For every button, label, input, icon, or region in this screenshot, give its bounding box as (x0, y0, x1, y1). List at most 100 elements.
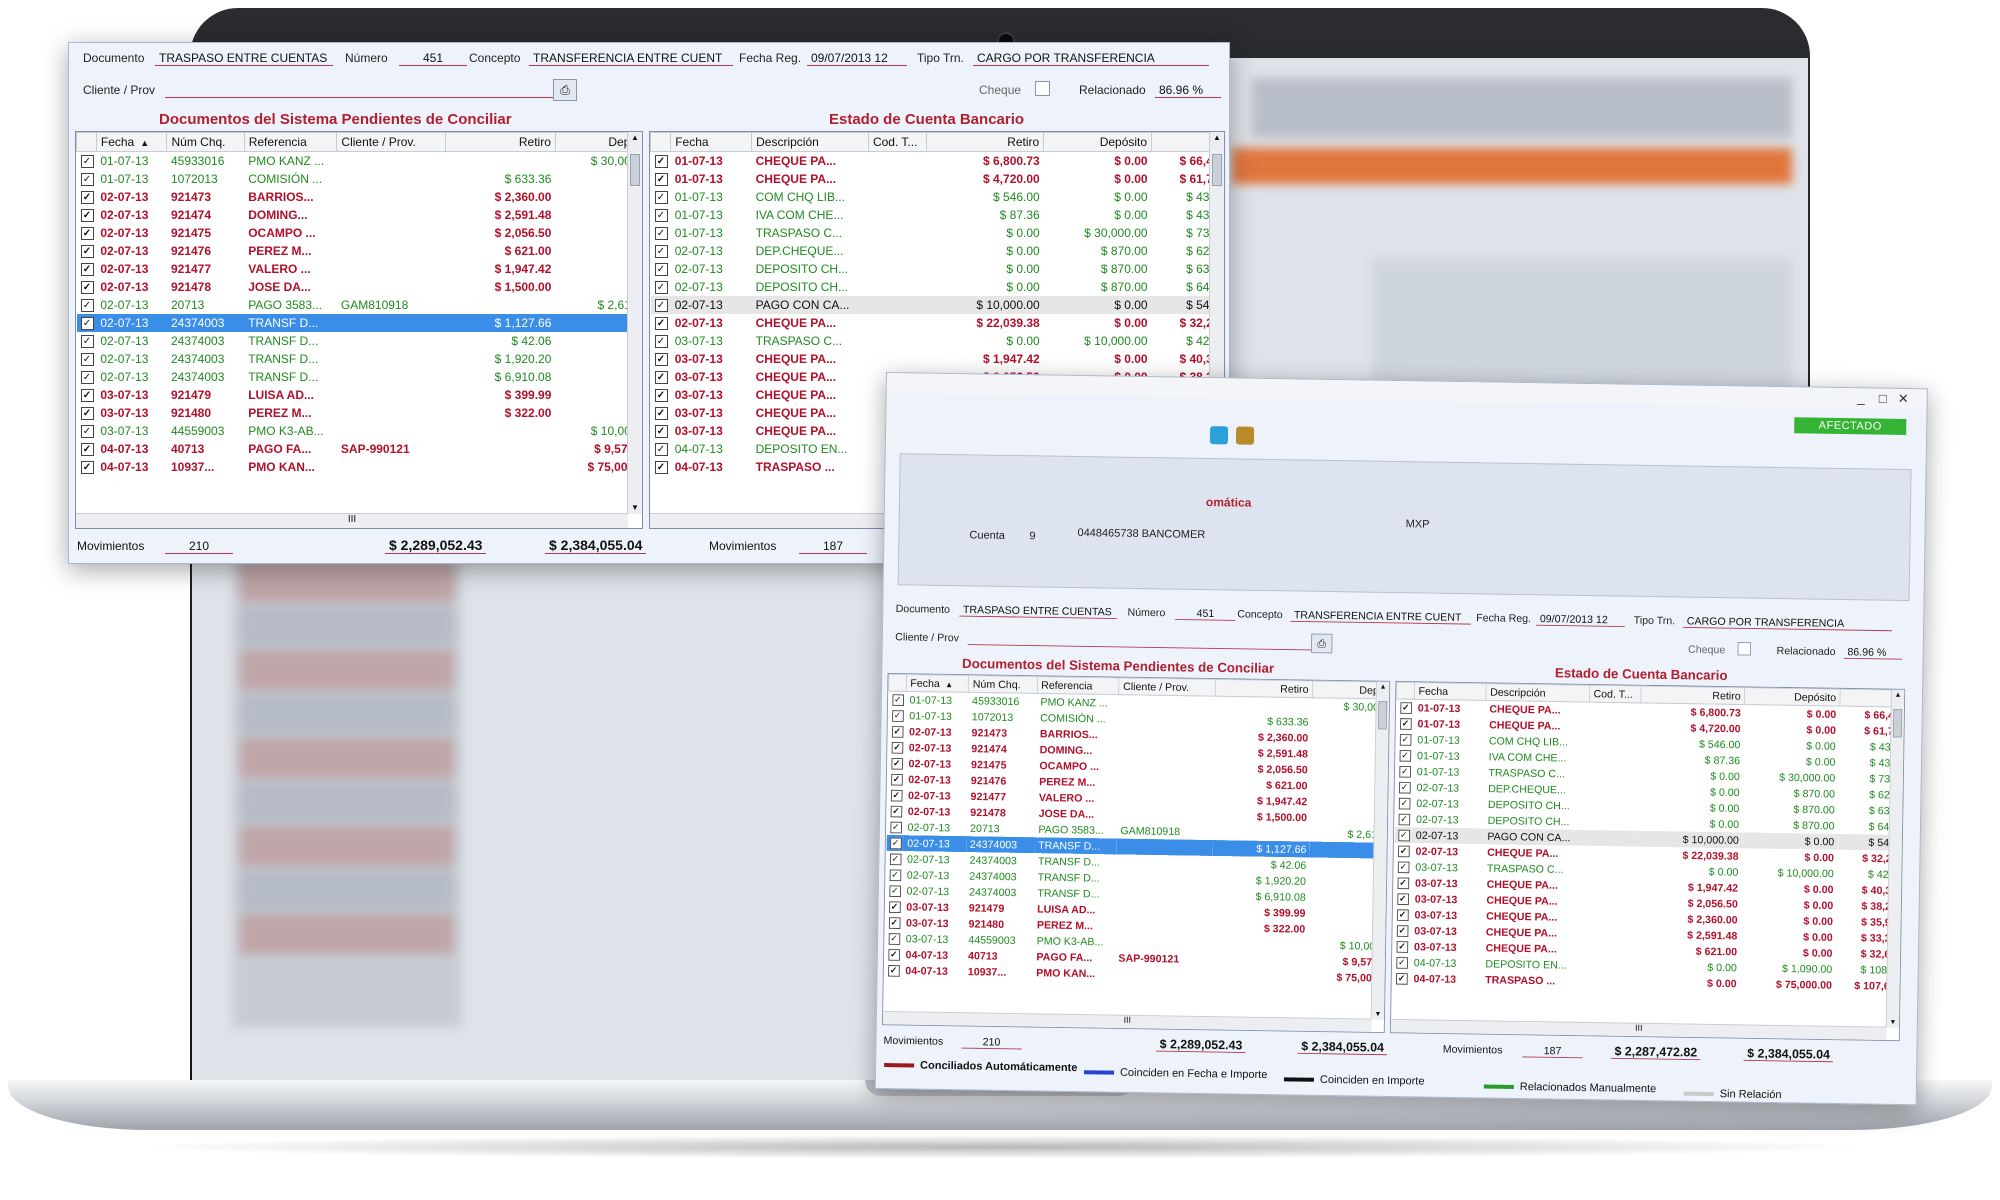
row-checkbox-cell[interactable]: ✓ (885, 915, 903, 931)
check-icon[interactable]: ✓ (80, 299, 94, 313)
scroll-down-icon[interactable]: ▼ (628, 502, 642, 514)
table-row[interactable]: ✓ 02-07-13 PAGO CON CA... $ 10,000.00 $ 0.00… (650, 296, 1224, 314)
check-icon[interactable]: ✓ (1399, 702, 1412, 715)
table-row[interactable]: ✓ 02-07-13 921475 OCAMPO ... $ 2,056.50 (77, 224, 642, 242)
row-checkbox-cell[interactable]: ✓ (77, 224, 97, 242)
check-icon[interactable]: ✓ (891, 726, 904, 738)
check-icon[interactable]: ✓ (1395, 973, 1408, 985)
row-checkbox-cell[interactable]: ✓ (886, 819, 904, 835)
row-checkbox-cell[interactable]: ✓ (651, 458, 671, 476)
row-checkbox-cell[interactable]: ✓ (651, 404, 671, 422)
row-checkbox-cell[interactable]: ✓ (885, 883, 903, 899)
column-header[interactable]: Retiro (1641, 686, 1745, 705)
check-icon[interactable]: ✓ (654, 461, 668, 475)
row-checkbox-cell[interactable]: ✓ (886, 867, 904, 883)
check-icon[interactable]: ✓ (891, 742, 903, 754)
close-icon[interactable]: ✕ (1898, 391, 1909, 407)
scroll-up-icon[interactable]: ▲ (1377, 682, 1390, 693)
horizontal-scrollbar[interactable]: III (1390, 1018, 1887, 1041)
row-checkbox-cell[interactable]: ✓ (1396, 747, 1414, 763)
row-checkbox-cell[interactable]: ✓ (1392, 970, 1410, 986)
row-checkbox-cell[interactable]: ✓ (77, 170, 97, 188)
table-row[interactable]: ✓ 01-07-13 IVA COM CHE... $ 87.36 $ 0.00 $ 43… (651, 206, 1224, 224)
check-icon[interactable]: ✓ (80, 227, 94, 241)
table-row[interactable]: ✓ 02-07-13 921473 BARRIOS... $ 2,360.00 (77, 188, 642, 206)
fecha-reg-field[interactable]: 09/07/2013 12 (807, 51, 907, 66)
row-checkbox-cell[interactable]: ✓ (77, 278, 97, 296)
minimize-icon[interactable]: _ (1857, 390, 1864, 405)
table-row[interactable]: ✓ 02-07-13 921474 DOMING... $ 2,591.48 (77, 206, 642, 224)
row-checkbox-cell[interactable]: ✓ (1394, 875, 1412, 891)
check-icon[interactable]: ✓ (890, 789, 903, 802)
table-row[interactable]: ✓ 03-07-13 921479 LUISA AD... $ 399.99 (77, 386, 642, 404)
row-checkbox-cell[interactable]: ✓ (1394, 859, 1412, 875)
row-checkbox-cell[interactable]: ✓ (651, 278, 671, 296)
row-checkbox-cell[interactable]: ✓ (77, 386, 97, 404)
table-row[interactable]: ✓ 04-07-13 40713 PAGO FA... SAP-990121 $ 9,57… (77, 440, 642, 458)
vertical-scrollbar[interactable]: ▲▼ (627, 132, 642, 514)
column-header[interactable]: Fecha (1414, 682, 1487, 701)
row-checkbox-cell[interactable]: ✓ (651, 332, 671, 350)
check-icon[interactable]: ✓ (654, 299, 668, 313)
row-checkbox-cell[interactable]: ✓ (888, 707, 906, 723)
row-checkbox-cell[interactable]: ✓ (1395, 811, 1413, 827)
check-icon[interactable]: ✓ (80, 209, 94, 223)
column-header[interactable]: Fecha ▲ (906, 674, 969, 693)
row-checkbox-cell[interactable]: ✓ (651, 386, 671, 404)
tipo-trn-field-2[interactable]: CARGO POR TRANSFERENCIA (1683, 614, 1893, 632)
row-checkbox-cell[interactable]: ✓ (887, 803, 905, 819)
check-icon[interactable]: ✓ (889, 821, 902, 834)
check-icon[interactable]: ✓ (654, 173, 668, 187)
column-header[interactable]: Núm Chq. (968, 675, 1038, 694)
scroll-up-icon[interactable]: ▲ (628, 132, 642, 144)
tipo-trn-field[interactable]: CARGO POR TRANSFERENCIA (973, 51, 1209, 66)
check-icon[interactable]: ✓ (888, 933, 900, 945)
table-row[interactable]: ✓ 02-07-13 24374003 TRANSF D... $ 42.06 (77, 332, 642, 350)
row-checkbox-cell[interactable]: ✓ (77, 440, 97, 458)
documento-field-2[interactable]: TRASPASO ENTRE CUENTAS (959, 603, 1117, 620)
row-checkbox-cell[interactable]: ✓ (651, 170, 671, 188)
scrollbar-thumb[interactable] (1892, 709, 1903, 738)
check-icon[interactable]: ✓ (80, 371, 94, 385)
table-row[interactable]: ✓ 02-07-13 24374003 TRANSF D... $ 1,920.20 (77, 350, 642, 368)
table-row[interactable]: ✓ 01-07-13 1072013 COMISIÓN ... $ 633.36 (77, 170, 642, 188)
table-row[interactable]: ✓ 03-07-13 44559003 PMO K3-AB... $ 10,000 (77, 422, 642, 440)
row-checkbox-cell[interactable]: ✓ (77, 152, 97, 171)
bank-statement-grid-2[interactable]: Fecha Descripción Cod. T... Retiro Depósito ✓… (1389, 680, 1906, 1042)
row-checkbox-cell[interactable]: ✓ (885, 899, 903, 915)
row-checkbox-cell[interactable]: ✓ (77, 206, 97, 224)
concepto-field-2[interactable]: TRANSFERENCIA ENTRE CUENT (1290, 608, 1471, 625)
table-row[interactable]: ✓ 01-07-13 CHEQUE PA... $ 4,720.00 $ 0.00 $ 6… (651, 170, 1224, 188)
table-row[interactable]: ✓ 02-07-13 24374003 TRANSF D... $ 1,127.66 (76, 314, 642, 332)
check-icon[interactable]: ✓ (1397, 845, 1410, 858)
check-icon[interactable]: ✓ (1399, 734, 1412, 746)
system-documents-grid[interactable]: Fecha ▲ Núm Chq. Referencia Cliente / Prov. R… (75, 131, 643, 529)
check-icon[interactable]: ✓ (890, 774, 903, 786)
check-icon[interactable]: ✓ (888, 917, 901, 930)
row-checkbox-cell[interactable]: ✓ (651, 314, 671, 332)
table-row[interactable]: ✓ 01-07-13 COM CHQ LIB... $ 546.00 $ 0.00 $ 4… (651, 188, 1224, 206)
row-checkbox-cell[interactable]: ✓ (77, 242, 97, 260)
row-checkbox-cell[interactable]: ✓ (77, 350, 97, 368)
check-icon[interactable]: ✓ (889, 837, 902, 850)
table-row[interactable]: ✓ 02-07-13 CHEQUE PA... $ 22,039.38 $ 0.00 $ … (651, 314, 1224, 332)
check-icon[interactable]: ✓ (1396, 925, 1409, 938)
check-icon[interactable]: ✓ (80, 335, 94, 349)
row-checkbox-cell[interactable]: ✓ (1396, 731, 1414, 747)
check-icon[interactable]: ✓ (654, 191, 668, 205)
sort-asc-icon[interactable]: ▲ (945, 680, 953, 689)
cliente-prov-field[interactable] (165, 83, 553, 98)
system-documents-grid-2[interactable]: Fecha ▲ Núm Chq. Referencia Cliente / Prov. R… (882, 672, 1391, 1034)
check-icon[interactable]: ✓ (1399, 750, 1411, 762)
check-icon[interactable]: ✓ (80, 407, 94, 421)
row-checkbox-cell[interactable]: ✓ (1396, 715, 1414, 731)
sort-asc-icon[interactable]: ▲ (140, 138, 149, 148)
row-checkbox-cell[interactable]: ✓ (77, 458, 97, 476)
column-header[interactable]: Fecha ▲ (95, 132, 168, 152)
table-row[interactable]: ✓ 02-07-13 20713 PAGO 3583... GAM810918 $ 2,6… (77, 296, 642, 314)
row-checkbox-cell[interactable]: ✓ (651, 260, 671, 278)
check-icon[interactable]: ✓ (890, 805, 902, 818)
row-checkbox-cell[interactable]: ✓ (651, 152, 671, 171)
table-row[interactable]: ✓ 01-07-13 TRASPASO C... $ 0.00 $ 30,000.00 $… (651, 224, 1224, 242)
table-row[interactable]: ✓ 04-07-13 10937... PMO KAN... $ 75,000. (77, 458, 642, 476)
